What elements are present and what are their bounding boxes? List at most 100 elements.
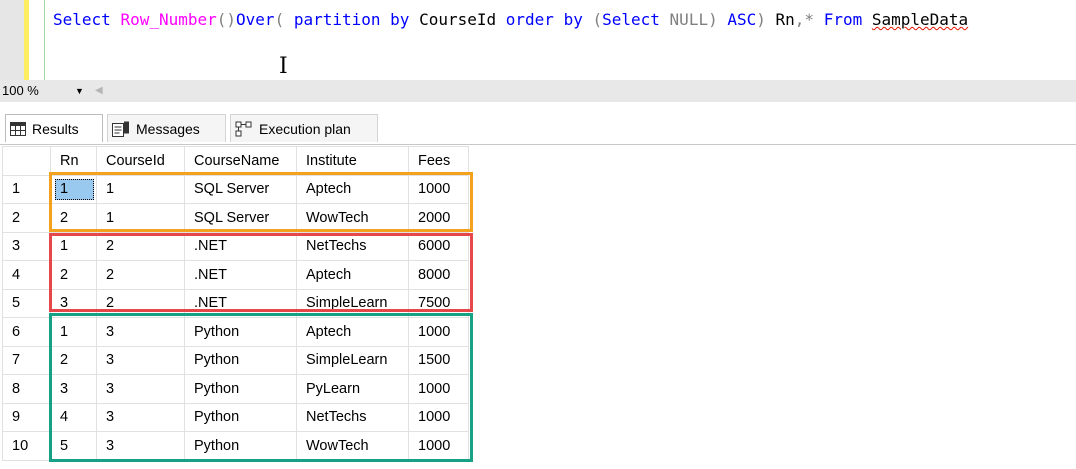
- column-header-rn[interactable]: Rn: [50, 146, 97, 176]
- cell-rn[interactable]: 1: [50, 231, 97, 261]
- table-row[interactable]: 1 1 1 SQL Server Aptech 1000: [2, 174, 469, 204]
- cell-courseid[interactable]: 1: [96, 174, 185, 204]
- cell-rn[interactable]: 1: [50, 317, 97, 347]
- query-token: ): [756, 10, 776, 29]
- query-token: *: [804, 10, 824, 29]
- cell-rn[interactable]: 1: [50, 174, 97, 204]
- query-token: Row_Number: [120, 10, 217, 29]
- cell-rn[interactable]: 4: [50, 402, 97, 432]
- row-number[interactable]: 3: [2, 231, 51, 261]
- cell-coursename[interactable]: Python: [184, 431, 297, 461]
- tab-results-label: Results: [32, 120, 79, 137]
- table-row[interactable]: 8 3 3 Python PyLearn 1000: [2, 374, 469, 404]
- cell-courseid[interactable]: 3: [96, 345, 185, 375]
- table-row[interactable]: 9 4 3 Python NetTechs 1000: [2, 402, 469, 432]
- cell-coursename[interactable]: SQL Server: [184, 174, 297, 204]
- cell-fees[interactable]: 2000: [408, 203, 469, 233]
- row-number[interactable]: 6: [2, 317, 51, 347]
- row-number[interactable]: 4: [2, 260, 51, 290]
- row-number[interactable]: 8: [2, 374, 51, 404]
- zoom-level[interactable]: 100 %: [2, 83, 39, 98]
- cell-fees[interactable]: 1000: [408, 402, 469, 432]
- cell-rn[interactable]: 2: [50, 260, 97, 290]
- cell-institute[interactable]: WowTech: [296, 203, 409, 233]
- cell-coursename[interactable]: .NET: [184, 260, 297, 290]
- column-header-courseid[interactable]: CourseId: [96, 146, 185, 176]
- table-row[interactable]: 7 2 3 Python SimpleLearn 1500: [2, 345, 469, 375]
- tab-execution-plan[interactable]: Execution plan: [230, 114, 378, 142]
- cell-fees[interactable]: 7500: [408, 288, 469, 318]
- row-number[interactable]: 1: [2, 174, 51, 204]
- tab-messages[interactable]: Messages: [107, 114, 226, 142]
- cell-courseid[interactable]: 3: [96, 402, 185, 432]
- table-row[interactable]: 4 2 2 .NET Aptech 8000: [2, 260, 469, 290]
- cell-rn[interactable]: 3: [50, 288, 97, 318]
- query-token: Select: [53, 10, 121, 29]
- zoom-bar: [0, 80, 1076, 102]
- cell-institute[interactable]: PyLearn: [296, 374, 409, 404]
- grid-icon: [10, 121, 26, 136]
- scroll-left-icon[interactable]: ◀: [95, 85, 103, 96]
- results-table[interactable]: Rn CourseId CourseName Institute Fees 11…: [2, 146, 469, 461]
- cell-fees[interactable]: 1000: [408, 317, 469, 347]
- cell-coursename[interactable]: Python: [184, 317, 297, 347]
- query-token: ,: [794, 10, 805, 29]
- table-row[interactable]: 10 5 3 Python WowTech 1000: [2, 431, 469, 461]
- query-token: partition by: [293, 10, 420, 29]
- cell-institute[interactable]: NetTechs: [296, 231, 409, 261]
- cell-fees[interactable]: 6000: [408, 231, 469, 261]
- query-token: Over: [236, 10, 275, 29]
- cell-fees[interactable]: 1000: [408, 374, 469, 404]
- table-row[interactable]: 2 2 1 SQL Server WowTech 2000: [2, 203, 469, 233]
- column-header-coursename[interactable]: CourseName: [184, 146, 297, 176]
- row-header-corner[interactable]: [2, 146, 51, 176]
- chevron-down-icon[interactable]: ▼: [75, 86, 84, 96]
- cell-courseid[interactable]: 3: [96, 317, 185, 347]
- column-header-fees[interactable]: Fees: [408, 146, 469, 176]
- cell-institute[interactable]: Aptech: [296, 260, 409, 290]
- cell-rn[interactable]: 2: [50, 203, 97, 233]
- cell-fees[interactable]: 8000: [408, 260, 469, 290]
- row-number[interactable]: 5: [2, 288, 51, 318]
- cell-coursename[interactable]: SQL Server: [184, 203, 297, 233]
- row-number[interactable]: 9: [2, 402, 51, 432]
- table-row[interactable]: 5 3 2 .NET SimpleLearn 7500: [2, 288, 469, 318]
- cell-coursename[interactable]: .NET: [184, 288, 297, 318]
- query-token: SampleData: [871, 10, 969, 29]
- cell-rn[interactable]: 5: [50, 431, 97, 461]
- cell-fees[interactable]: 1000: [408, 431, 469, 461]
- header-row: Rn CourseId CourseName Institute Fees: [2, 146, 469, 176]
- query-token: CourseId: [419, 10, 506, 29]
- query-token: Rn: [775, 10, 795, 29]
- query-text[interactable]: Select Row_Number()Over( partition by Co…: [53, 9, 968, 31]
- cell-institute[interactable]: Aptech: [296, 174, 409, 204]
- cell-courseid[interactable]: 2: [96, 231, 185, 261]
- column-header-institute[interactable]: Institute: [296, 146, 409, 176]
- cell-fees[interactable]: 1500: [408, 345, 469, 375]
- tab-results[interactable]: Results: [5, 114, 103, 142]
- table-row[interactable]: 3 1 2 .NET NetTechs 6000: [2, 231, 469, 261]
- cell-courseid[interactable]: 2: [96, 260, 185, 290]
- query-token: (): [216, 10, 237, 29]
- cell-courseid[interactable]: 3: [96, 431, 185, 461]
- row-number[interactable]: 10: [2, 431, 51, 461]
- table-row[interactable]: 6 1 3 Python Aptech 1000: [2, 317, 469, 347]
- cell-coursename[interactable]: Python: [184, 374, 297, 404]
- cell-coursename[interactable]: Python: [184, 345, 297, 375]
- cell-institute[interactable]: WowTech: [296, 431, 409, 461]
- cell-coursename[interactable]: Python: [184, 402, 297, 432]
- cell-institute[interactable]: NetTechs: [296, 402, 409, 432]
- cell-coursename[interactable]: .NET: [184, 231, 297, 261]
- cell-institute[interactable]: Aptech: [296, 317, 409, 347]
- cell-institute[interactable]: SimpleLearn: [296, 288, 409, 318]
- cell-institute[interactable]: SimpleLearn: [296, 345, 409, 375]
- cell-courseid[interactable]: 3: [96, 374, 185, 404]
- cell-rn[interactable]: 3: [50, 374, 97, 404]
- cell-courseid[interactable]: 1: [96, 203, 185, 233]
- row-number[interactable]: 2: [2, 203, 51, 233]
- cell-fees[interactable]: 1000: [408, 174, 469, 204]
- cell-rn[interactable]: 2: [50, 345, 97, 375]
- cell-courseid[interactable]: 2: [96, 288, 185, 318]
- row-number[interactable]: 7: [2, 345, 51, 375]
- query-editor[interactable]: Select Row_Number()Over( partition by Co…: [0, 0, 1076, 80]
